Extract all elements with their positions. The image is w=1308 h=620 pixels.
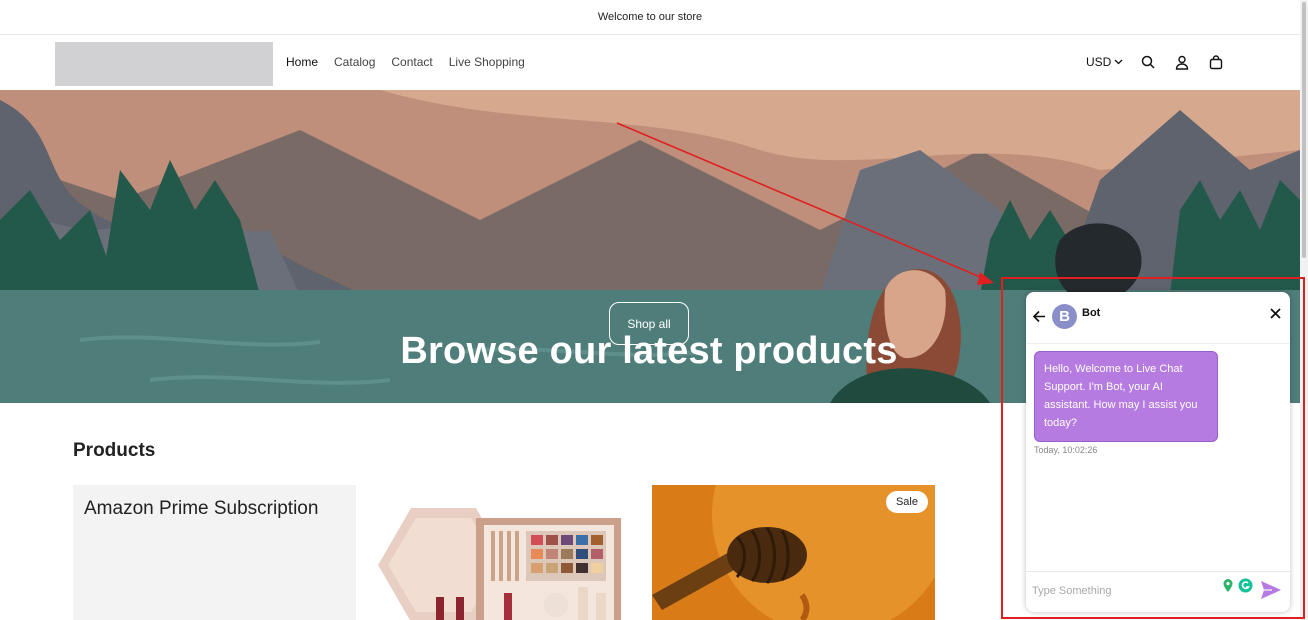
bot-message: Hello, Welcome to Live Chat Support. I'm… [1034, 351, 1218, 442]
bot-name: Bot [1082, 307, 1101, 319]
grammarly-icon[interactable] [1238, 578, 1253, 598]
product-card[interactable]: Sale [652, 485, 935, 620]
location-pin-icon[interactable] [1222, 578, 1234, 599]
chat-header: B Bot [1026, 292, 1290, 344]
product-title[interactable]: Amazon Prime Subscription [84, 498, 318, 520]
scrollbar-thumb[interactable] [1302, 2, 1306, 258]
chat-widget: B Bot Hello, Welcome to Live Chat Suppor… [1026, 292, 1290, 612]
message-timestamp: Today, 10:02:26 [1034, 445, 1098, 455]
send-icon[interactable] [1260, 580, 1282, 605]
sale-badge: Sale [885, 491, 928, 513]
close-icon[interactable] [1269, 307, 1282, 325]
product-card[interactable] [366, 485, 641, 620]
products-heading: Products [73, 440, 156, 461]
bot-avatar: B [1052, 304, 1077, 329]
chat-message-input[interactable] [1032, 578, 1222, 604]
chat-input-bar [1026, 571, 1290, 612]
back-arrow-icon[interactable] [1032, 309, 1047, 329]
product-card[interactable]: Amazon Prime Subscription [73, 485, 356, 620]
product-image [378, 508, 621, 620]
